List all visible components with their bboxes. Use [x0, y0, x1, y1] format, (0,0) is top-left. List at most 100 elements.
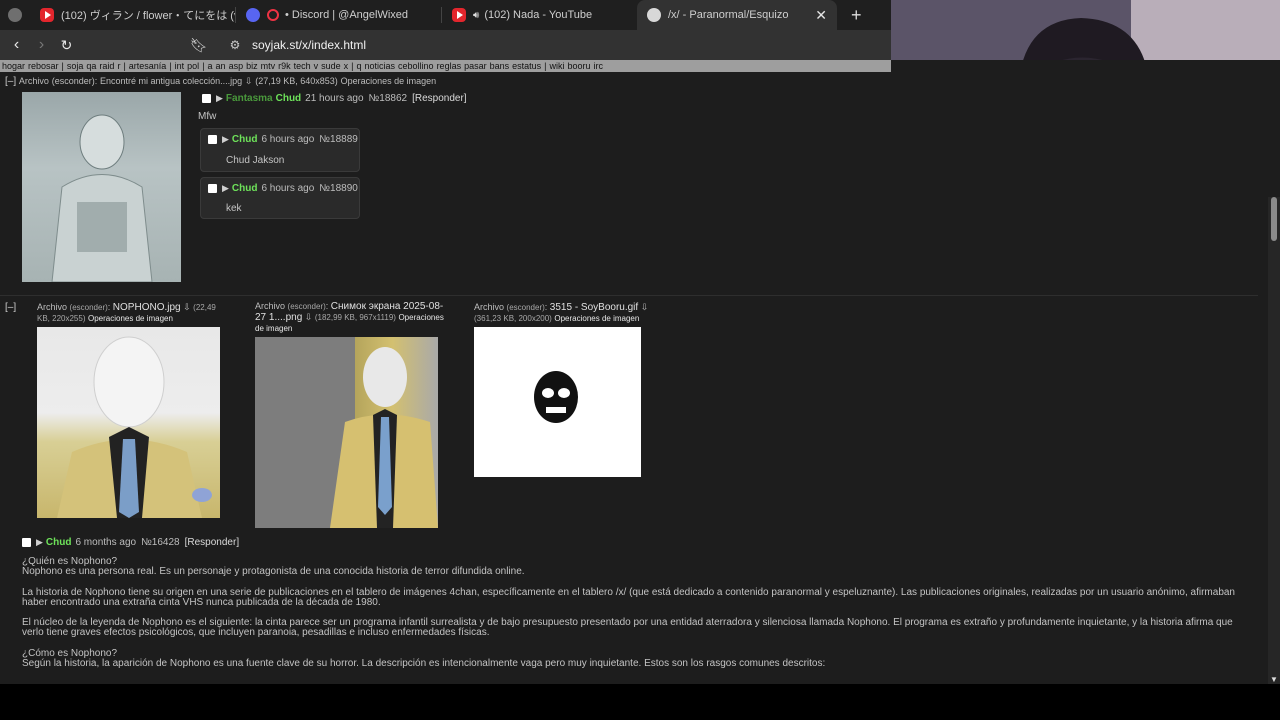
post-paragraph: verlo tiene graves efectos psicológicos,…: [22, 627, 490, 638]
image-ops-link[interactable]: de imagen: [255, 324, 292, 333]
board-link[interactable]: r9k: [278, 61, 291, 71]
expand-triangle-icon[interactable]: ▶: [216, 93, 223, 104]
site-settings-icon[interactable]: ⚙: [222, 38, 248, 52]
board-link[interactable]: hogar: [2, 61, 25, 71]
board-link[interactable]: an: [216, 61, 226, 71]
file-name-link[interactable]: 3515 - SoyBooru.gif: [550, 302, 638, 313]
expand-triangle-icon[interactable]: ▶: [36, 537, 43, 548]
post-number[interactable]: №18889: [319, 134, 358, 145]
board-link[interactable]: x: [344, 61, 349, 71]
post-number[interactable]: №18890: [319, 183, 358, 194]
select-checkbox[interactable]: [208, 135, 217, 144]
reload-icon[interactable]: ↻: [54, 37, 79, 54]
board-link[interactable]: q: [357, 61, 362, 71]
file-size: (22,49: [193, 303, 216, 312]
board-link[interactable]: mtv: [261, 61, 276, 71]
expand-triangle-icon[interactable]: ▶: [222, 134, 229, 145]
tab-group-button[interactable]: [0, 0, 30, 30]
board-link[interactable]: irc: [594, 61, 604, 71]
board-link[interactable]: artesanía: [129, 61, 167, 71]
hide-link[interactable]: (esconder): [507, 303, 545, 312]
download-icon[interactable]: ⇩: [641, 302, 649, 312]
tab-title: (102) Nada - YouTube: [484, 9, 593, 21]
tab-title: (102) ヴィラン / flower・てにをは (villain/: [61, 10, 235, 22]
board-link[interactable]: pol: [187, 61, 199, 71]
board-link[interactable]: noticias: [365, 61, 396, 71]
hide-link[interactable]: (esconder): [288, 302, 326, 311]
reply-header: ▶ Chud 6 hours ago №18889: [208, 134, 363, 145]
new-tab-icon[interactable]: +: [851, 5, 862, 26]
file-name-link[interactable]: Encontré mi antigua colección....jpg: [100, 76, 242, 86]
board-link[interactable]: reglas: [437, 61, 462, 71]
board-link[interactable]: a: [208, 61, 213, 71]
board-link[interactable]: asp: [229, 61, 244, 71]
hide-link[interactable]: (esconder): [70, 303, 108, 312]
nophono-image-2[interactable]: [255, 337, 438, 528]
post-number[interactable]: №18862: [369, 93, 408, 104]
address-bar[interactable]: 🔖︎ ⚙ soyjak.st/x/index.html: [190, 33, 880, 57]
board-link[interactable]: pasar: [464, 61, 487, 71]
discord-icon: [246, 8, 260, 22]
tab-paranormal[interactable]: /x/ - Paranormal/Esquizo ✕: [637, 0, 837, 30]
board-link[interactable]: bans: [490, 61, 510, 71]
download-icon[interactable]: ⇩: [245, 76, 253, 86]
image-ops-link[interactable]: Operaciones: [398, 313, 443, 322]
tab-discord[interactable]: • Discord | @AngelWixed: [236, 0, 441, 30]
select-checkbox[interactable]: [202, 94, 211, 103]
reply-link[interactable]: [Responder]: [185, 537, 239, 548]
face-figure: [534, 371, 578, 423]
file-name-link[interactable]: Снимок экрана 2025-08-: [331, 301, 443, 312]
select-checkbox[interactable]: [208, 184, 217, 193]
board-link[interactable]: raid: [99, 61, 114, 71]
hide-link[interactable]: (esconder): [52, 76, 95, 86]
board-link[interactable]: soja: [67, 61, 84, 71]
scrollbar-thumb[interactable]: [1271, 197, 1277, 241]
colon: :: [94, 76, 98, 86]
nophono-figure-1: [57, 336, 212, 518]
speaker-icon[interactable]: 🔊︎: [473, 10, 479, 21]
board-link[interactable]: biz: [246, 61, 258, 71]
page-scrollbar[interactable]: ▼: [1268, 197, 1280, 684]
board-link[interactable]: cebollino: [398, 61, 434, 71]
board-navigation: hogar rebosar | soja qa raid r | artesanía | int po…: [0, 60, 891, 72]
browser-toolbar: ‹ › ↻ 🔖︎ ⚙ soyjak.st/x/index.html: [0, 30, 891, 60]
board-link[interactable]: rebosar: [28, 61, 59, 71]
file-name-link[interactable]: 27 1....png: [255, 312, 302, 323]
select-checkbox[interactable]: [22, 538, 31, 547]
file-label: Archivo: [255, 301, 286, 311]
url-text[interactable]: soyjak.st/x/index.html: [252, 38, 366, 52]
image-ops-link[interactable]: Operaciones de imagen: [554, 314, 639, 323]
poster-name: Chud: [231, 134, 258, 145]
file-size: KB, 220x255): [37, 314, 86, 323]
thread1-image[interactable]: [22, 92, 181, 282]
collapse-toggle[interactable]: [–]: [5, 302, 16, 313]
forward-icon[interactable]: ›: [29, 36, 54, 54]
tab-youtube-villain[interactable]: (102) ヴィラン / flower・てにをは (villain/: [30, 0, 235, 30]
expand-triangle-icon[interactable]: ▶: [222, 183, 229, 194]
back-icon[interactable]: ‹: [4, 36, 29, 54]
thread2-op-header: ▶ Chud 6 months ago №16428 [Responder]: [22, 537, 239, 548]
board-link[interactable]: sude: [321, 61, 341, 71]
board-link[interactable]: tech: [294, 61, 311, 71]
reply-link[interactable]: [Responder]: [412, 93, 466, 104]
board-link[interactable]: r: [117, 61, 120, 71]
download-icon[interactable]: ⇩: [305, 312, 313, 322]
board-link[interactable]: v: [314, 61, 319, 71]
scroll-down-icon[interactable]: ▼: [1270, 675, 1278, 684]
close-tab-icon[interactable]: ✕: [807, 7, 827, 24]
image-ops-link[interactable]: Operaciones de imagen: [341, 76, 437, 86]
board-link[interactable]: int: [175, 61, 185, 71]
collapse-toggle[interactable]: [–]: [5, 76, 16, 87]
file-name-link[interactable]: NOPHONO.jpg: [113, 302, 181, 313]
soybooru-image[interactable]: [474, 327, 641, 477]
board-link[interactable]: qa: [86, 61, 96, 71]
post-number[interactable]: №16428: [141, 537, 180, 548]
image-ops-link[interactable]: Operaciones de imagen: [88, 314, 173, 323]
bookmark-icon[interactable]: 🔖︎: [190, 37, 210, 54]
tab-youtube-nada[interactable]: 🔊︎ (102) Nada - YouTube: [442, 0, 637, 30]
board-link[interactable]: booru: [568, 61, 591, 71]
nophono-image-1[interactable]: [37, 327, 220, 518]
download-icon[interactable]: ⇩: [183, 302, 191, 312]
board-link[interactable]: estatus: [512, 61, 541, 71]
board-link[interactable]: wiki: [550, 61, 565, 71]
